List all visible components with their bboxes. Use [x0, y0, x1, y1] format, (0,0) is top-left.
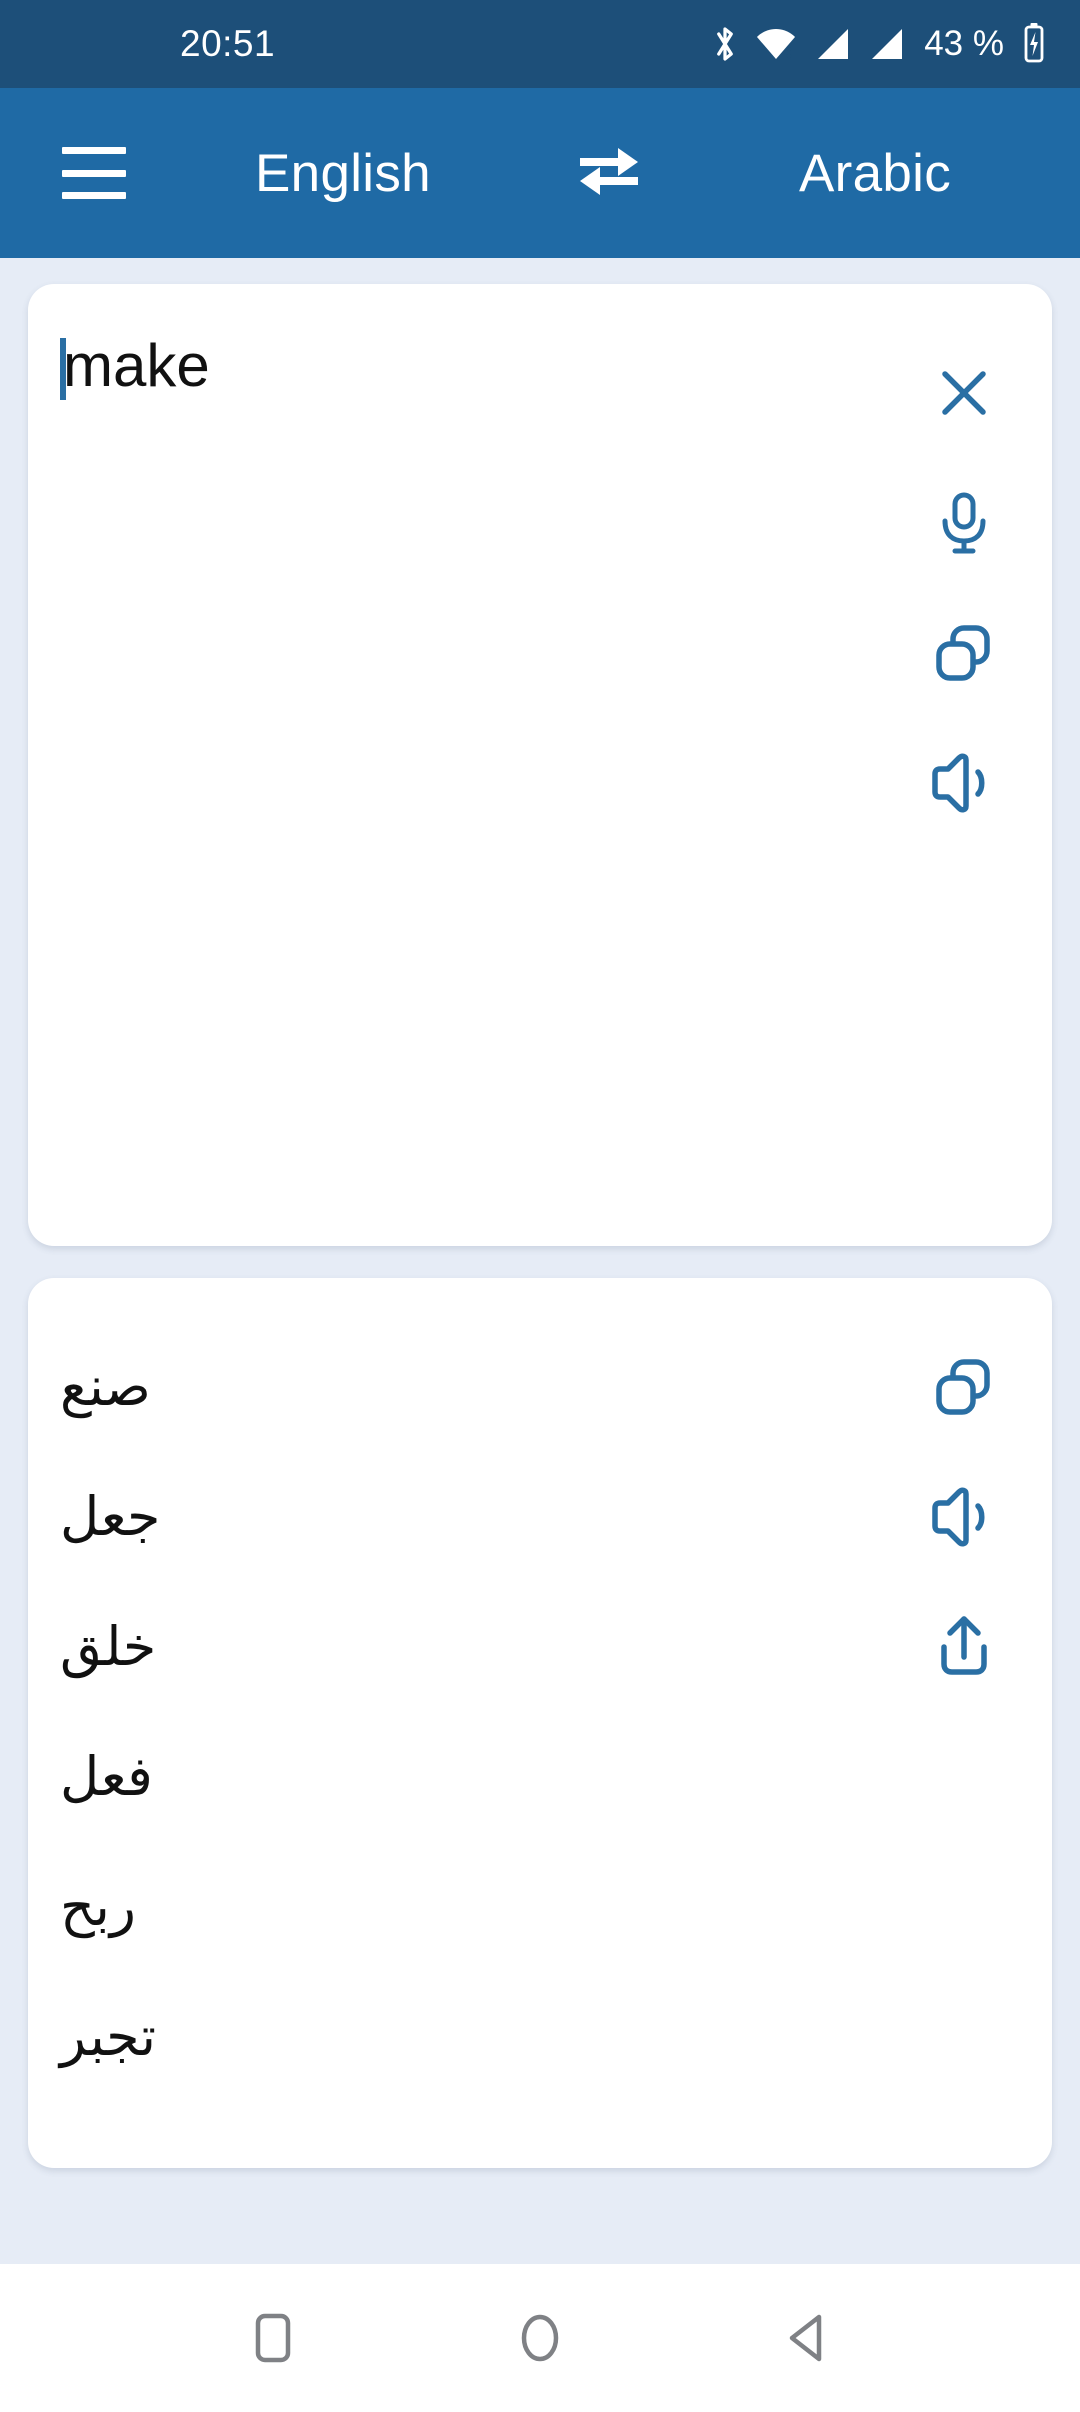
speaker-icon — [930, 752, 998, 814]
signal-sim2-icon — [866, 23, 906, 65]
battery-percent-label: 43 % — [924, 24, 1004, 63]
triangle-left-icon — [779, 2308, 835, 2368]
voice-input-button[interactable] — [909, 458, 1019, 588]
signal-sim1-icon — [812, 23, 852, 65]
source-language-selector[interactable]: English — [178, 143, 508, 204]
main-content: make صنع جعل خلق فعل ربح تجبر — [0, 258, 1080, 2264]
circle-icon — [512, 2308, 568, 2368]
speak-output-button[interactable] — [909, 1452, 1019, 1582]
swap-languages-button[interactable] — [508, 139, 710, 208]
back-button[interactable] — [747, 2278, 867, 2398]
translation-item[interactable]: ربح — [60, 1842, 136, 1972]
translation-item[interactable]: خلق — [60, 1582, 156, 1712]
source-text-input[interactable]: make — [28, 314, 876, 1246]
share-icon — [932, 1613, 996, 1681]
bluetooth-icon — [710, 23, 740, 65]
swap-horizontal-icon — [572, 139, 646, 208]
hamburger-line — [62, 192, 126, 199]
translation-item[interactable]: فعل — [60, 1712, 153, 1842]
translation-item[interactable]: صنع — [60, 1322, 151, 1452]
home-button[interactable] — [480, 2278, 600, 2398]
speak-input-button[interactable] — [909, 718, 1019, 848]
input-actions — [876, 314, 1052, 1246]
hamburger-line — [62, 147, 126, 154]
close-icon — [933, 362, 995, 424]
output-card: صنع جعل خلق فعل ربح تجبر — [28, 1278, 1052, 2168]
app-screen: 20:51 43 % English Arabic make صنع جعل خ… — [0, 0, 1080, 2412]
copy-input-button[interactable] — [909, 588, 1019, 718]
clear-button[interactable] — [909, 328, 1019, 458]
translation-item[interactable]: جعل — [60, 1452, 160, 1582]
wifi-icon — [754, 23, 798, 65]
share-output-button[interactable] — [909, 1582, 1019, 1712]
output-actions — [876, 1308, 1052, 2168]
battery-charging-icon — [1020, 21, 1048, 67]
microphone-icon — [933, 489, 995, 557]
system-navigation-bar — [0, 2264, 1080, 2412]
status-bar: 20:51 43 % — [0, 0, 1080, 88]
copy-icon — [931, 620, 997, 686]
status-time: 20:51 — [180, 23, 276, 64]
status-icons: 43 % — [710, 21, 1048, 67]
translation-list: صنع جعل خلق فعل ربح تجبر — [28, 1308, 876, 2168]
copy-output-button[interactable] — [909, 1322, 1019, 1452]
source-text-value: make — [63, 332, 210, 399]
hamburger-line — [62, 169, 126, 177]
speaker-icon — [930, 1486, 998, 1548]
app-bar: English Arabic — [0, 88, 1080, 258]
copy-icon — [931, 1354, 997, 1420]
target-language-selector[interactable]: Arabic — [710, 143, 1040, 204]
square-icon — [248, 2308, 298, 2368]
translation-item[interactable]: تجبر — [60, 1972, 156, 2102]
input-card: make — [28, 284, 1052, 1246]
hamburger-menu-icon[interactable] — [62, 147, 126, 199]
recents-button[interactable] — [213, 2278, 333, 2398]
